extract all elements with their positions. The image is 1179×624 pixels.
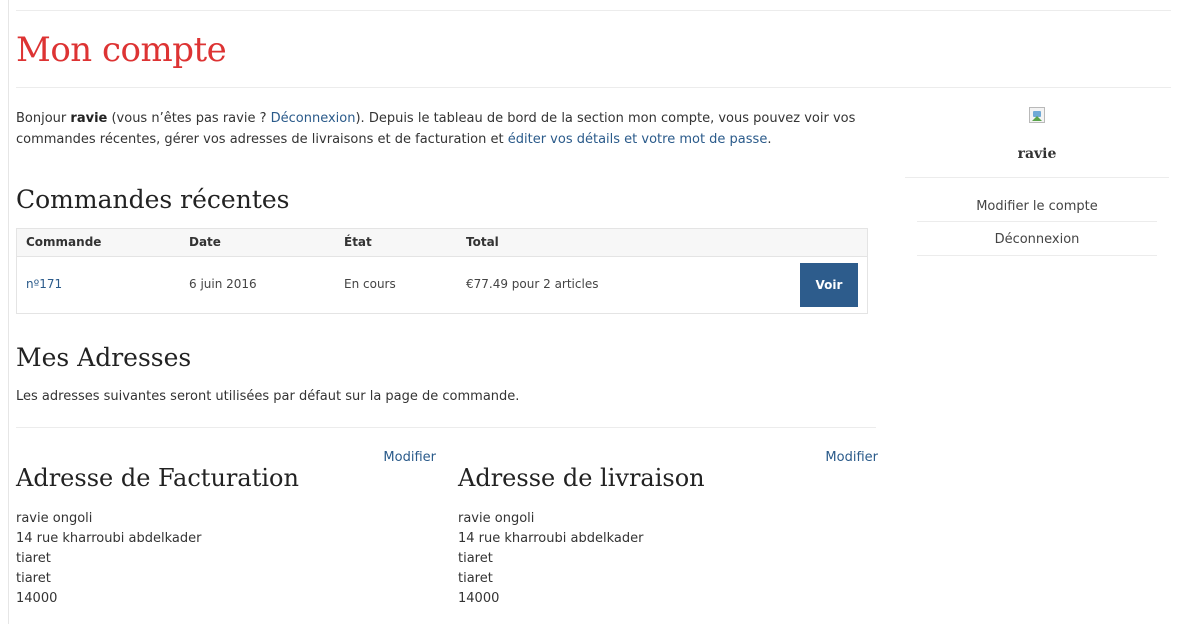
shipping-address-line: tiaret	[458, 571, 493, 586]
intro-text: Bonjour	[16, 111, 71, 126]
welcome-message: Bonjour ravie (vous n’êtes pas ravie ? D…	[16, 108, 876, 150]
shipping-address-line: 14000	[458, 591, 500, 606]
page-title: Mon compte	[16, 30, 227, 70]
intro-logout-link[interactable]: Déconnexion	[271, 111, 356, 126]
shipping-address-line: 14 rue kharroubi abdelkader	[458, 531, 644, 546]
billing-address-line: tiaret	[16, 571, 51, 586]
billing-address: Modifier Adresse de Facturation ravie on…	[16, 450, 436, 620]
intro-edit-account-link[interactable]: éditer vos détails et votre mot de passe	[508, 132, 768, 147]
addresses-divider	[16, 427, 876, 428]
intro-username: ravie	[70, 111, 108, 126]
billing-address-line: 14000	[16, 591, 58, 606]
billing-address-title: Adresse de Facturation	[16, 464, 299, 492]
sidebar-edit-account-link[interactable]: Modifier le compte	[917, 197, 1157, 217]
intro-text: (vous n’êtes pas ravie ?	[107, 111, 271, 126]
order-total: €77.49 pour 2 articles	[466, 277, 599, 291]
column-header-date: Date	[189, 235, 221, 249]
shipping-address-line: ravie ongoli	[458, 511, 535, 526]
sidebar-username: ravie	[1017, 146, 1057, 162]
sidebar-divider	[905, 177, 1169, 178]
edit-billing-address-link[interactable]: Modifier	[383, 450, 436, 465]
shipping-address-line: tiaret	[458, 551, 493, 566]
addresses-heading: Mes Adresses	[16, 343, 192, 372]
top-divider	[16, 10, 1171, 11]
shipping-address-title: Adresse de livraison	[458, 464, 705, 492]
sidebar-divider	[917, 255, 1157, 256]
recent-orders-heading: Commandes récentes	[16, 185, 290, 214]
sidebar-logout-link[interactable]: Déconnexion	[917, 230, 1157, 250]
column-header-total: Total	[466, 235, 499, 249]
column-header-status: État	[344, 235, 372, 249]
account-sidebar: ravie Modifier le compte Déconnexion	[905, 103, 1169, 263]
orders-table: Commande Date État Total nº171 6 juin 20…	[16, 228, 868, 314]
order-number-link[interactable]: nº171	[26, 277, 62, 291]
title-divider	[16, 87, 1171, 88]
view-order-button[interactable]: Voir	[800, 263, 858, 307]
orders-table-header: Commande Date État Total	[17, 229, 867, 257]
billing-address-line: 14 rue kharroubi abdelkader	[16, 531, 202, 546]
edit-shipping-address-link[interactable]: Modifier	[825, 450, 878, 465]
shipping-address: Modifier Adresse de livraison ravie ongo…	[458, 450, 878, 620]
order-date: 6 juin 2016	[189, 277, 257, 291]
intro-text: .	[767, 132, 772, 147]
billing-address-line: tiaret	[16, 551, 51, 566]
billing-address-line: ravie ongoli	[16, 511, 93, 526]
sidebar-divider	[917, 221, 1157, 222]
order-status: En cours	[344, 277, 396, 291]
addresses-description: Les adresses suivantes seront utilisées …	[16, 389, 520, 404]
broken-image-icon	[1029, 107, 1045, 123]
column-header-order: Commande	[26, 235, 102, 249]
